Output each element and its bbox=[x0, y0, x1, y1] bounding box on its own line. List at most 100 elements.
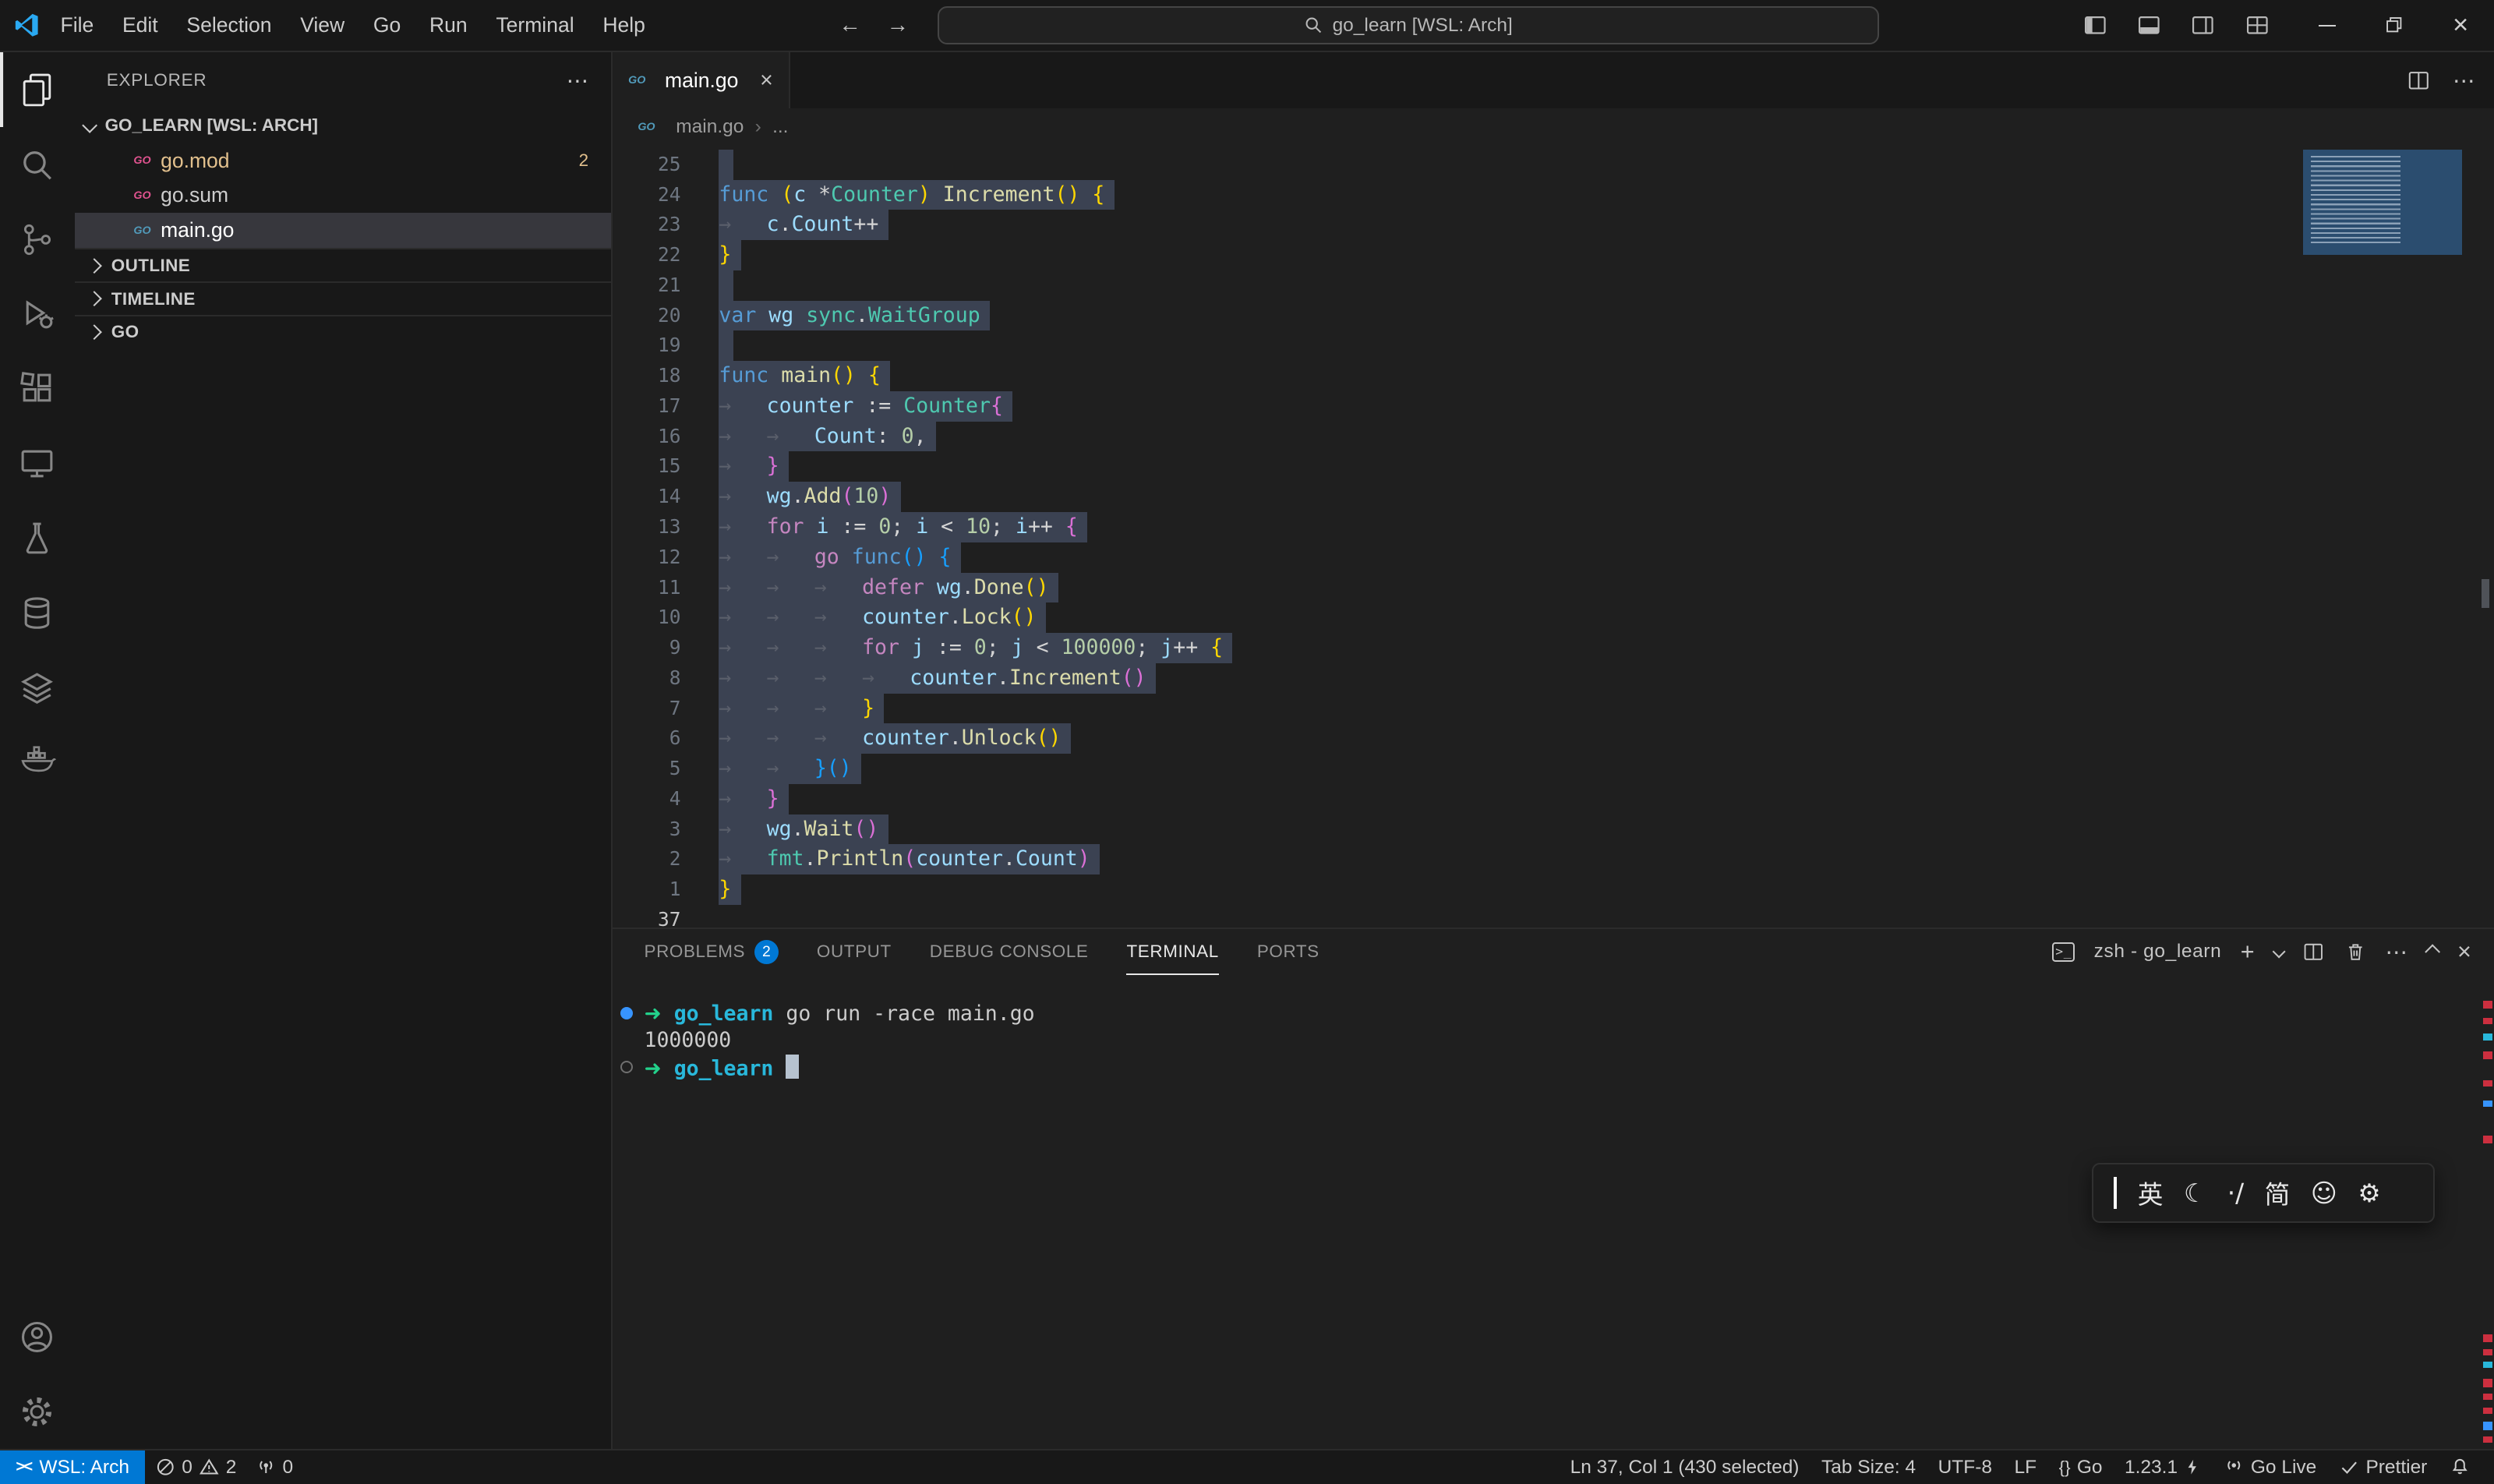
code-line[interactable]: 22} bbox=[613, 240, 2494, 270]
maximize-panel-icon[interactable] bbox=[2425, 944, 2440, 959]
encoding-status[interactable]: UTF-8 bbox=[1927, 1450, 2003, 1484]
run-and-debug-icon[interactable] bbox=[0, 277, 75, 352]
split-terminal-icon[interactable] bbox=[2302, 941, 2325, 963]
panel-tab-debug-console[interactable]: DEBUG CONSOLE bbox=[930, 929, 1089, 975]
accounts-icon[interactable] bbox=[0, 1299, 75, 1374]
menu-item-go[interactable]: Go bbox=[359, 8, 415, 43]
code-line[interactable]: 19 bbox=[613, 330, 2494, 361]
panel-tab-problems[interactable]: PROBLEMS2 bbox=[645, 929, 779, 975]
code-line[interactable]: 37 bbox=[613, 905, 2494, 928]
ports-status[interactable]: 0 bbox=[246, 1450, 303, 1484]
sidebar-section-go[interactable]: GO bbox=[75, 315, 611, 348]
go-version-status[interactable]: 1.23.1 bbox=[2114, 1450, 2213, 1484]
minimap[interactable] bbox=[2303, 150, 2462, 255]
tab-size-status[interactable]: Tab Size: 4 bbox=[1810, 1450, 1927, 1484]
command-center-search[interactable]: go_learn [WSL: Arch] bbox=[938, 6, 1879, 44]
code-line[interactable]: 7→→→} bbox=[613, 694, 2494, 724]
breadcrumb-file[interactable]: main.go bbox=[676, 116, 744, 138]
tab-close-icon[interactable]: × bbox=[760, 68, 773, 94]
menu-item-file[interactable]: File bbox=[46, 8, 108, 43]
search-sidebar-icon[interactable] bbox=[0, 127, 75, 202]
file-item-main-go[interactable]: GOmain.go bbox=[75, 213, 611, 248]
code-line[interactable]: 18func main() { bbox=[613, 361, 2494, 391]
nav-back-icon[interactable]: ← bbox=[839, 12, 861, 38]
toggle-panel-icon[interactable] bbox=[2128, 5, 2170, 46]
ime-punctuation-icon[interactable]: ·/ bbox=[2227, 1178, 2244, 1208]
problems-status[interactable]: 0 2 bbox=[145, 1450, 246, 1484]
code-line[interactable]: 21 bbox=[613, 270, 2494, 301]
settings-gear-icon[interactable] bbox=[0, 1374, 75, 1449]
toggle-primary-sidebar-icon[interactable] bbox=[2074, 5, 2115, 46]
code-line[interactable]: 3→wg.Wait() bbox=[613, 814, 2494, 845]
menu-item-help[interactable]: Help bbox=[588, 8, 659, 43]
code-line[interactable]: 20var wg sync.WaitGroup bbox=[613, 301, 2494, 331]
tab-main-go[interactable]: GO main.go × bbox=[613, 52, 791, 108]
code-line[interactable]: 16→→Count: 0, bbox=[613, 422, 2494, 452]
code-line[interactable]: 5→→}() bbox=[613, 754, 2494, 784]
toggle-secondary-sidebar-icon[interactable] bbox=[2182, 5, 2224, 46]
code-editor[interactable]: 2524func (c *Counter) Increment() {23→c.… bbox=[613, 147, 2494, 928]
code-line[interactable]: 24func (c *Counter) Increment() { bbox=[613, 180, 2494, 210]
code-line[interactable]: 9→→→for j := 0; j < 100000; j++ { bbox=[613, 633, 2494, 663]
menu-item-terminal[interactable]: Terminal bbox=[482, 8, 588, 43]
code-line[interactable]: 6→→→counter.Unlock() bbox=[613, 723, 2494, 754]
sidebar-section-timeline[interactable]: TIMELINE bbox=[75, 281, 611, 315]
remote-explorer-icon[interactable] bbox=[0, 426, 75, 501]
layers-icon[interactable] bbox=[0, 651, 75, 726]
eol-status[interactable]: LF bbox=[2003, 1450, 2047, 1484]
minimize-button[interactable] bbox=[2294, 0, 2361, 51]
split-editor-icon[interactable] bbox=[2407, 69, 2431, 93]
source-control-icon[interactable] bbox=[0, 202, 75, 277]
code-line[interactable]: 10→→→counter.Lock() bbox=[613, 602, 2494, 633]
terminal-line[interactable]: 1000000 bbox=[613, 1027, 2494, 1055]
sidebar-section-outline[interactable]: OUTLINE bbox=[75, 248, 611, 281]
ime-emoji-icon[interactable]: ☺ bbox=[2311, 1178, 2337, 1208]
extensions-icon[interactable] bbox=[0, 352, 75, 426]
close-panel-icon[interactable]: × bbox=[2457, 938, 2472, 966]
code-line[interactable]: 11→→→defer wg.Done() bbox=[613, 573, 2494, 603]
language-mode-status[interactable]: {} Go bbox=[2047, 1450, 2113, 1484]
breadcrumb[interactable]: GO main.go › ... bbox=[613, 108, 2494, 147]
close-window-button[interactable]: × bbox=[2427, 0, 2494, 51]
cursor-position-status[interactable]: Ln 37, Col 1 (430 selected) bbox=[1559, 1450, 1810, 1484]
customize-layout-icon[interactable] bbox=[2236, 5, 2277, 46]
command-decoration-filled[interactable] bbox=[620, 1007, 633, 1019]
panel-tab-ports[interactable]: PORTS bbox=[1257, 929, 1319, 975]
ime-language-icon[interactable]: 英 bbox=[2138, 1175, 2164, 1211]
terminal-line[interactable]: ➜ go_learn bbox=[613, 1055, 2494, 1082]
database-icon[interactable] bbox=[0, 576, 75, 651]
panel-more-actions-icon[interactable]: ⋯ bbox=[2386, 938, 2408, 966]
code-line[interactable]: 2→fmt.Println(counter.Count) bbox=[613, 844, 2494, 874]
terminal-session-label[interactable]: zsh - go_learn bbox=[2094, 941, 2222, 963]
code-line[interactable]: 1} bbox=[613, 874, 2494, 905]
notifications-bell-icon[interactable] bbox=[2439, 1450, 2482, 1484]
code-line[interactable]: 23→c.Count++ bbox=[613, 210, 2494, 240]
code-line[interactable]: 4→} bbox=[613, 784, 2494, 814]
ime-settings-icon[interactable]: ⚙ bbox=[2358, 1178, 2380, 1208]
command-decoration-empty[interactable] bbox=[620, 1061, 633, 1073]
menu-item-edit[interactable]: Edit bbox=[108, 8, 172, 43]
ime-simplified-icon[interactable]: 简 bbox=[2265, 1175, 2291, 1211]
menu-item-run[interactable]: Run bbox=[415, 8, 482, 43]
code-line[interactable]: 14→wg.Add(10) bbox=[613, 482, 2494, 512]
go-live-status[interactable]: Go Live bbox=[2213, 1450, 2328, 1484]
new-terminal-icon[interactable]: + bbox=[2241, 938, 2256, 966]
kill-terminal-icon[interactable] bbox=[2344, 941, 2367, 963]
panel-tab-terminal[interactable]: TERMINAL bbox=[1126, 929, 1218, 975]
code-line[interactable]: 13→for i := 0; i < 10; i++ { bbox=[613, 512, 2494, 542]
file-item-go-mod[interactable]: GOgo.mod2 bbox=[75, 143, 611, 178]
menu-item-view[interactable]: View bbox=[286, 8, 359, 43]
panel-tab-output[interactable]: OUTPUT bbox=[817, 929, 892, 975]
ime-moon-icon[interactable]: ☾ bbox=[2184, 1178, 2206, 1208]
code-line[interactable]: 8→→→→counter.Increment() bbox=[613, 663, 2494, 694]
code-line[interactable]: 12→→go func() { bbox=[613, 542, 2494, 573]
testing-icon[interactable] bbox=[0, 501, 75, 576]
workspace-root-folder[interactable]: GO_LEARN [WSL: ARCH] bbox=[75, 108, 611, 143]
file-item-go-sum[interactable]: GOgo.sum bbox=[75, 178, 611, 214]
explorer-icon[interactable] bbox=[0, 52, 75, 127]
prettier-status[interactable]: Prettier bbox=[2328, 1450, 2439, 1484]
editor-more-actions-icon[interactable]: ⋯ bbox=[2453, 67, 2475, 94]
terminal-line[interactable]: ➜ go_learn go run -race main.go bbox=[613, 1001, 2494, 1028]
explorer-more-actions-icon[interactable]: ⋯ bbox=[567, 67, 589, 94]
code-line[interactable]: 15→} bbox=[613, 451, 2494, 482]
